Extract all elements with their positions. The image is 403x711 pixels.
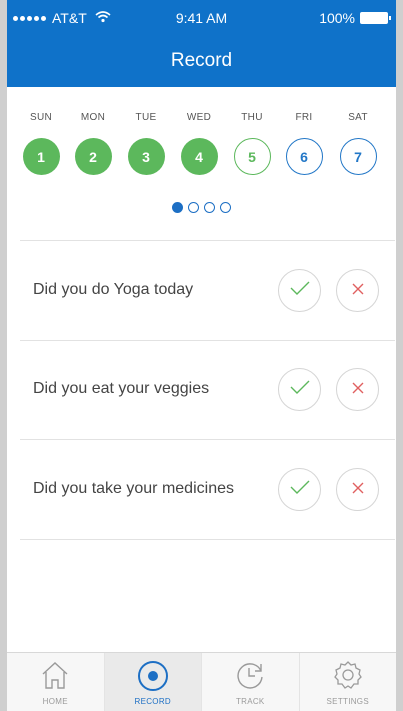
check-icon bbox=[289, 379, 311, 400]
day-label: SUN bbox=[29, 112, 52, 123]
question-text: Did you eat your veggies bbox=[33, 380, 210, 397]
yes-button[interactable] bbox=[278, 368, 321, 411]
day-sat[interactable]: SAT 7 bbox=[338, 112, 378, 175]
page-indicator[interactable] bbox=[7, 202, 396, 213]
tab-label: SETTINGS bbox=[326, 697, 369, 706]
home-icon bbox=[7, 659, 104, 693]
cross-icon bbox=[352, 481, 364, 499]
day-number-circle[interactable]: 3 bbox=[127, 138, 165, 175]
day-label: SAT bbox=[348, 112, 368, 123]
question-text: Did you do Yoga today bbox=[33, 281, 194, 298]
day-label: TUE bbox=[135, 112, 157, 123]
page-dot[interactable] bbox=[188, 202, 199, 213]
day-label: THU bbox=[241, 112, 263, 123]
day-sun[interactable]: SUN 1 bbox=[21, 112, 61, 175]
question-row: Did you do Yoga today bbox=[20, 241, 395, 341]
battery-icon bbox=[360, 12, 391, 24]
question-row: Did you take your medicines bbox=[20, 440, 395, 540]
no-button[interactable] bbox=[336, 468, 379, 511]
divider bbox=[20, 539, 395, 540]
day-number-circle[interactable]: 6 bbox=[285, 138, 323, 175]
page-dot[interactable] bbox=[204, 202, 215, 213]
day-wed[interactable]: WED 4 bbox=[179, 112, 219, 175]
week-strip: SUN 1 MON 2 TUE 3 WED 4 THU 5 FRI 6 SAT 7 bbox=[7, 112, 396, 192]
no-button[interactable] bbox=[336, 269, 379, 312]
cross-icon bbox=[352, 381, 364, 399]
tab-label: TRACK bbox=[235, 697, 265, 706]
day-number-circle[interactable]: 1 bbox=[22, 138, 60, 175]
day-label: MON bbox=[80, 112, 106, 123]
tab-settings[interactable]: SETTINGS bbox=[300, 653, 397, 711]
page-dot[interactable] bbox=[220, 202, 231, 213]
tab-track[interactable]: TRACK bbox=[202, 653, 300, 711]
phone-frame: AT&T 9:41 AM 100% Record SUN 1 MON 2 TUE 3 WED… bbox=[0, 0, 403, 711]
day-label: FRI bbox=[295, 112, 313, 123]
app-header: AT&T 9:41 AM 100% Record bbox=[7, 0, 396, 87]
day-thu[interactable]: THU 5 bbox=[232, 112, 272, 175]
day-mon[interactable]: MON 2 bbox=[73, 112, 113, 175]
day-label: WED bbox=[186, 112, 212, 123]
day-fri[interactable]: FRI 6 bbox=[284, 112, 324, 175]
tab-label: RECORD bbox=[134, 697, 171, 706]
question-row: Did you eat your veggies bbox=[20, 340, 395, 440]
status-bar: AT&T 9:41 AM 100% bbox=[7, 0, 396, 38]
day-number-circle[interactable]: 5 bbox=[233, 138, 271, 175]
battery-percent: 100% bbox=[319, 10, 355, 26]
record-icon bbox=[105, 659, 202, 693]
tab-bar: HOME RECORD TRACK SETTINGS bbox=[7, 652, 396, 711]
battery-indicator: 100% bbox=[319, 10, 391, 26]
page-dot[interactable] bbox=[172, 202, 183, 213]
day-number-circle[interactable]: 7 bbox=[339, 138, 377, 175]
day-number-circle[interactable]: 2 bbox=[74, 138, 112, 175]
day-number-circle[interactable]: 4 bbox=[180, 138, 218, 175]
check-icon bbox=[289, 280, 311, 301]
tab-record[interactable]: RECORD bbox=[104, 653, 202, 711]
gear-icon bbox=[300, 659, 397, 693]
day-tue[interactable]: TUE 3 bbox=[126, 112, 166, 175]
page-title: Record bbox=[170, 50, 233, 71]
yes-button[interactable] bbox=[278, 269, 321, 312]
clock-icon bbox=[202, 659, 299, 693]
no-button[interactable] bbox=[336, 368, 379, 411]
tab-label: HOME bbox=[42, 697, 68, 706]
question-text: Did you take your medicines bbox=[33, 480, 234, 497]
tab-home[interactable]: HOME bbox=[7, 653, 105, 711]
cross-icon bbox=[352, 282, 364, 300]
check-icon bbox=[289, 479, 311, 500]
yes-button[interactable] bbox=[278, 468, 321, 511]
